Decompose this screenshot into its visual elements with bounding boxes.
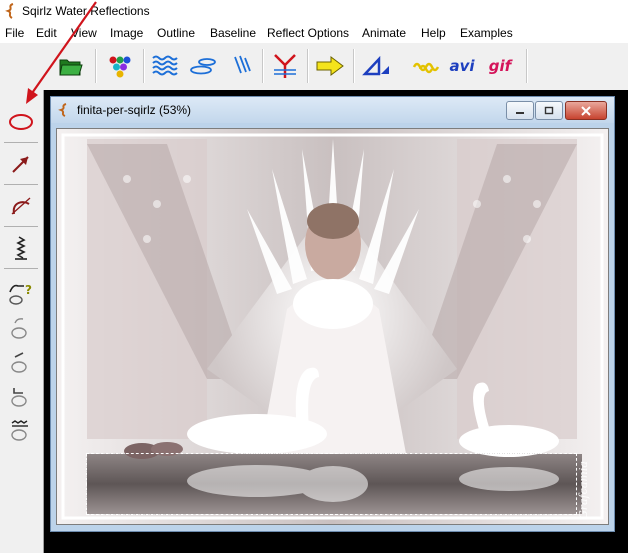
ripple-button[interactable] (188, 49, 220, 83)
ellipse-tool-button[interactable] (5, 106, 37, 138)
toolbox-separator (4, 142, 38, 143)
ellipse-tool-icon (9, 114, 33, 130)
outline-tool-2-button[interactable] (5, 346, 37, 378)
document-titlebar[interactable]: finita-per-sqirlz (53%) (51, 97, 614, 123)
arrow-right-icon (316, 56, 344, 76)
restore-icon (544, 106, 554, 115)
color-dots-icon (109, 56, 131, 78)
minimize-icon (516, 111, 524, 114)
menu-examples[interactable]: Examples (460, 26, 513, 40)
menu-view[interactable]: View (71, 26, 97, 40)
menu-help[interactable]: Help (421, 26, 446, 40)
outline-help-button[interactable]: ? (5, 276, 37, 308)
watermark-text: Grafcamia (577, 461, 590, 519)
close-button[interactable] (565, 101, 607, 120)
minimize-button[interactable] (506, 101, 534, 120)
menu-outline[interactable]: Outline (157, 26, 195, 40)
outline-tool-1-button[interactable] (5, 312, 37, 344)
open-button[interactable] (55, 49, 87, 83)
menu-edit[interactable]: Edit (36, 26, 57, 40)
baseline-selection[interactable] (86, 453, 577, 515)
outline-tool-4-button[interactable] (5, 414, 37, 446)
reflect-button[interactable] (269, 49, 301, 83)
arrow-tool-icon (12, 156, 29, 173)
wave-button[interactable] (150, 49, 182, 83)
menu-image[interactable]: Image (110, 26, 143, 40)
menu-file[interactable]: File (5, 26, 24, 40)
curve-tool-button[interactable] (5, 190, 37, 222)
toolbar-separator (353, 49, 355, 83)
zigzag-tool-button[interactable] (5, 232, 37, 264)
toolbar-separator (95, 49, 97, 83)
document-title: finita-per-sqirlz (53%) (77, 103, 192, 117)
triangle-button[interactable] (362, 49, 394, 83)
toolbar-separator (262, 49, 264, 83)
app-logo-icon (5, 3, 14, 19)
wavy-lines-icon (152, 55, 178, 76)
next-button[interactable] (314, 49, 346, 83)
triangle-icon (362, 55, 389, 76)
animation-button[interactable] (410, 49, 442, 83)
document-window: finita-per-sqirlz (53%) Grafcamia (50, 96, 615, 532)
gif-label: gif (488, 57, 512, 75)
menu-reflect-options[interactable]: Reflect Options (267, 26, 349, 40)
document-icon (58, 103, 67, 117)
yellow-waves-icon (412, 62, 440, 74)
menu-baseline[interactable]: Baseline (210, 26, 256, 40)
toolbar: avi gif (0, 43, 628, 91)
curve-tool-icon (11, 197, 31, 215)
save-avi-button[interactable]: avi (446, 49, 478, 83)
app-title: Sqirlz Water Reflections (22, 4, 150, 18)
toolbar-separator (526, 49, 528, 83)
arrow-tool-button[interactable] (5, 148, 37, 180)
image-canvas[interactable]: Grafcamia (56, 128, 609, 525)
menu-animate[interactable]: Animate (362, 26, 406, 40)
outline-tool-2-icon (11, 352, 27, 373)
save-gif-button[interactable]: gif (484, 49, 516, 83)
toolbox-separator (4, 226, 38, 227)
outline-tool-3-button[interactable] (5, 380, 37, 412)
outline-tool-3-icon (11, 388, 27, 407)
app-titlebar: Sqirlz Water Reflections (0, 0, 628, 22)
maximize-button[interactable] (535, 101, 563, 120)
reflect-y-icon (274, 54, 296, 78)
open-folder-icon (59, 59, 83, 76)
toolbox-separator (4, 184, 38, 185)
outline-help-icon: ? (9, 283, 32, 305)
outline-tool-1-icon (11, 318, 27, 339)
outline-tool-4-icon (11, 420, 28, 441)
toolbar-separator (143, 49, 145, 83)
zigzag-tool-icon (15, 236, 27, 260)
rain-button[interactable] (226, 49, 258, 83)
left-toolbox: ? (0, 90, 44, 553)
toolbar-separator (307, 49, 309, 83)
avi-label: avi (449, 57, 475, 75)
rain-icon (234, 55, 251, 74)
close-icon (581, 105, 591, 116)
svg-text:?: ? (25, 283, 32, 297)
menu-bar: File Edit View Image Outline Baseline Re… (0, 22, 628, 43)
colors-button[interactable] (104, 49, 136, 83)
ripples-icon (190, 58, 216, 75)
toolbox-separator (4, 268, 38, 269)
